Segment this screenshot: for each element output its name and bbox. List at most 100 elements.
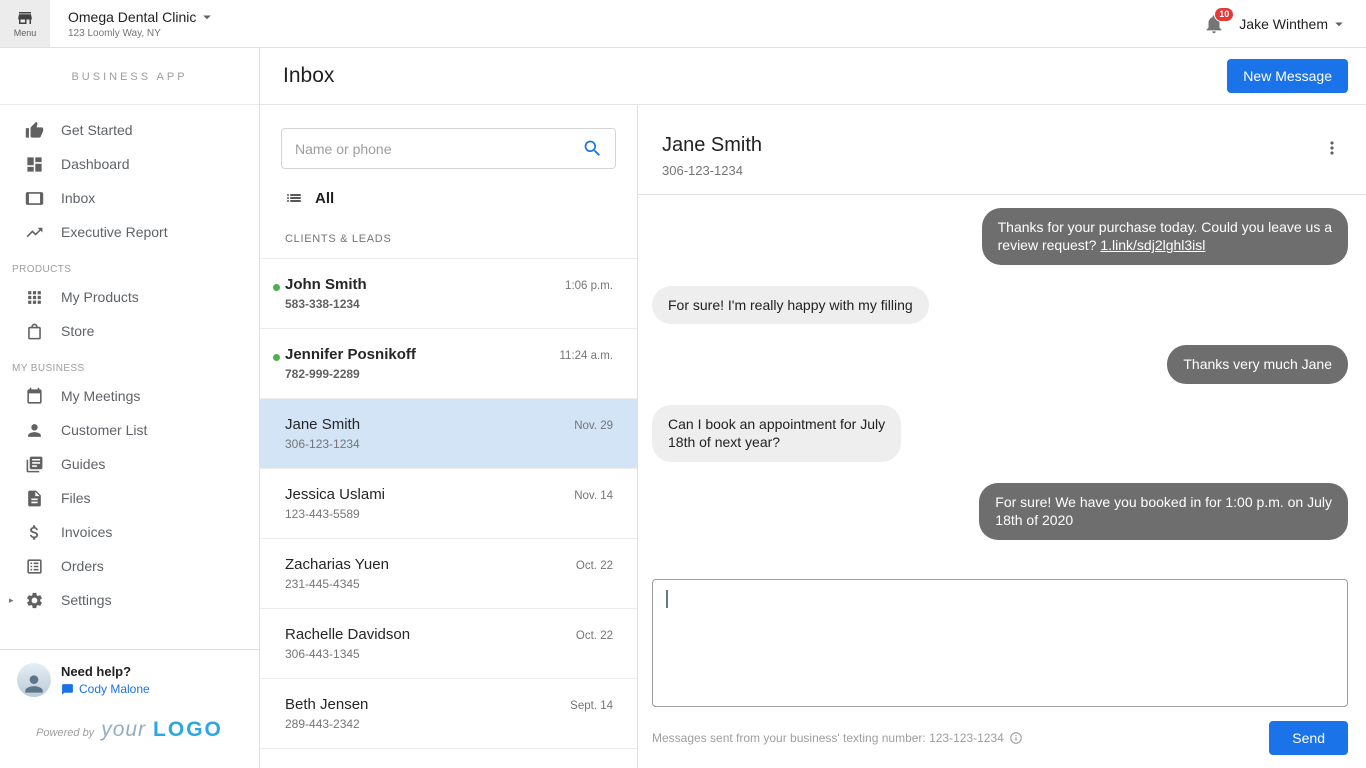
conversation-row[interactable]: Jane SmithNov. 29306-123-1234 (260, 399, 637, 469)
chat-icon (61, 683, 74, 696)
sidebar-item-guides[interactable]: Guides (0, 447, 259, 481)
sidebar-section-label: MY BUSINESS (0, 348, 259, 379)
filter-all[interactable]: All (260, 173, 637, 219)
app-title: BUSINESS APP (0, 48, 259, 105)
sidebar-item-files[interactable]: Files (0, 481, 259, 515)
chat-header: Jane Smith 306-123-1234 (638, 105, 1366, 195)
sidebar-item-my-products[interactable]: My Products (0, 280, 259, 314)
user-menu[interactable]: Jake Winthem (1239, 15, 1348, 33)
message-bubble-incoming: For sure! I'm really happy with my filli… (652, 286, 929, 324)
sidebar-item-label: Files (61, 490, 91, 506)
conversation-time: Nov. 14 (574, 490, 613, 502)
help-title: Need help? (61, 664, 150, 679)
conversation-phone: 782-999-2289 (285, 367, 613, 381)
compose-area: Messages sent from your business' textin… (638, 579, 1366, 768)
sidebar-item-label: Executive Report (61, 224, 168, 240)
conversation-name: Jennifer Posnikoff (285, 346, 416, 363)
chat-contact-phone: 306-123-1234 (662, 163, 762, 178)
conversation-time: Nov. 29 (574, 420, 613, 432)
conversation-options-button[interactable] (1322, 138, 1342, 158)
notification-badge: 10 (1214, 7, 1234, 22)
message-thread: Thanks for your purchase today. Could yo… (638, 195, 1366, 579)
help-contact-name: Cody Malone (79, 682, 150, 696)
person-icon (25, 421, 44, 440)
sidebar-section-label: PRODUCTS (0, 249, 259, 280)
clinic-address: 123 Loomly Way, NY (68, 28, 216, 39)
message-bubble-outgoing: Thanks for your purchase today. Could yo… (982, 208, 1348, 265)
conversation-time: 1:06 p.m. (565, 280, 613, 292)
list-alt-icon (25, 557, 44, 576)
search-box (281, 128, 616, 169)
conversation-time: 11:24 a.m. (560, 350, 614, 362)
conversation-row[interactable]: Jessica Uslami Nov. 14 123-443-5589 (260, 469, 637, 539)
sidebar-item-customer-list[interactable]: Customer List (0, 413, 259, 447)
sidebar-item-label: My Meetings (61, 388, 140, 404)
library-icon (25, 455, 44, 474)
sidebar-item-label: Inbox (61, 190, 95, 206)
text-cursor (666, 590, 668, 608)
sidebar-item-invoices[interactable]: Invoices (0, 515, 259, 549)
conversation-name: Jessica Uslami (285, 486, 385, 503)
new-message-button[interactable]: New Message (1227, 59, 1348, 93)
sidebar-item-settings[interactable]: ▸ Settings (0, 583, 259, 617)
sidebar-item-label: My Products (61, 289, 139, 305)
conversation-phone: 306-443-1345 (285, 647, 613, 661)
list-header: CLIENTS & LEADS (260, 219, 637, 258)
compose-note: Messages sent from your business' textin… (652, 731, 1004, 745)
message-bubble-outgoing: For sure! We have you booked in for 1:00… (979, 483, 1348, 540)
sidebar-item-label: Guides (61, 456, 105, 472)
trending-up-icon (25, 223, 44, 242)
conversation-name: Zacharias Yuen (285, 556, 389, 573)
conversation-list-panel: All CLIENTS & LEADS John Smith1:06 p.m.5… (260, 105, 638, 768)
inbox-header: Inbox New Message (260, 48, 1366, 105)
sidebar-item-my-meetings[interactable]: My Meetings (0, 379, 259, 413)
main-content: Inbox New Message All CLIENTS & LEA (260, 48, 1366, 768)
help-avatar (17, 663, 51, 697)
list-filter-icon (285, 189, 303, 207)
logo-text-bold: LOGO (153, 718, 223, 742)
sidebar-item-label: Store (61, 323, 94, 339)
sidebar-item-executive-report[interactable]: Executive Report (0, 215, 259, 249)
info-icon[interactable] (1009, 731, 1023, 745)
apps-icon (25, 288, 44, 307)
conversation-time: Sept. 14 (570, 700, 613, 712)
conversation-time: Oct. 22 (576, 560, 613, 572)
chevron-down-icon (198, 8, 216, 26)
clinic-selector[interactable]: Omega Dental Clinic 123 Loomly Way, NY (68, 8, 216, 39)
message-input[interactable] (652, 579, 1348, 707)
conversation-row[interactable]: Zacharias Yuen Oct. 22 231-445-4345 (260, 539, 637, 609)
conversation-phone: 231-445-4345 (285, 577, 613, 591)
chat-panel: Jane Smith 306-123-1234 Thanks for your … (638, 105, 1366, 768)
sidebar-item-label: Settings (61, 592, 112, 608)
unread-dot (273, 354, 280, 361)
calendar-icon (25, 387, 44, 406)
menu-button[interactable]: Menu (0, 0, 50, 47)
chevron-down-icon (1330, 15, 1348, 33)
conversation-name: Rachelle Davidson (285, 626, 410, 643)
sidebar-item-get-started[interactable]: Get Started (0, 113, 259, 147)
page-title: Inbox (283, 64, 334, 88)
message-link[interactable]: 1.link/sdj2lghl3isl (1100, 237, 1205, 253)
expand-chevron-icon[interactable]: ▸ (9, 595, 14, 606)
sidebar-item-label: Dashboard (61, 156, 130, 172)
dollar-icon (25, 523, 44, 542)
sidebar-item-dashboard[interactable]: Dashboard (0, 147, 259, 181)
conversation-row[interactable]: Jennifer Posnikoff 11:24 a.m. 782-999-2289 (260, 329, 637, 399)
sidebar-item-orders[interactable]: Orders (0, 549, 259, 583)
gear-icon (25, 591, 44, 610)
notifications-button[interactable]: 10 (1203, 13, 1225, 35)
search-input[interactable] (281, 128, 616, 169)
conversation-phone: 123-443-5589 (285, 507, 613, 521)
search-icon[interactable] (582, 138, 603, 159)
conversation-row[interactable]: Rachelle Davidson Oct. 22 306-443-1345 (260, 609, 637, 679)
conversation-phone: 583-338-1234 (285, 297, 613, 311)
help-contact-link[interactable]: Cody Malone (61, 682, 150, 696)
chat-contact-name: Jane Smith (662, 134, 762, 157)
conversation-time: Oct. 22 (576, 630, 613, 642)
send-button[interactable]: Send (1269, 721, 1348, 755)
powered-by-logo: Powered by yourLOGO (0, 710, 259, 768)
conversation-row[interactable]: Beth JensenSept. 14289-443-2342 (260, 679, 637, 749)
conversation-row[interactable]: John Smith1:06 p.m.583-338-1234 (260, 259, 637, 329)
sidebar-item-inbox[interactable]: Inbox (0, 181, 259, 215)
sidebar-item-store[interactable]: Store (0, 314, 259, 348)
